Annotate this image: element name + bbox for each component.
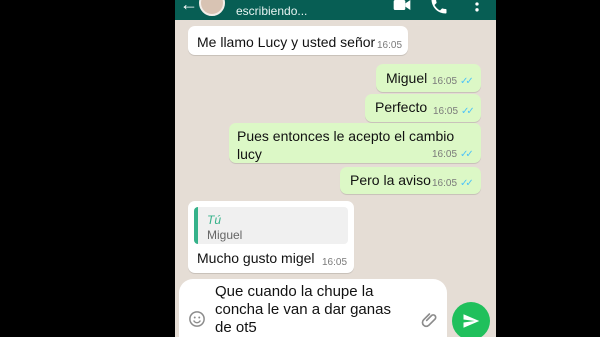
outgoing-message[interactable]: Pero la aviso 16:05 ✓✓ (340, 167, 481, 194)
phone-icon[interactable] (429, 0, 449, 16)
emoji-icon[interactable] (188, 310, 206, 328)
message-input[interactable]: Que cuando la chupe la concha le van a d… (215, 283, 415, 337)
outgoing-message[interactable]: Perfecto 16:05 ✓✓ (365, 94, 481, 122)
typing-status: escribiendo... (236, 4, 308, 18)
chat-screen: ← escribiendo... Me llamo Lucy y usted s… (175, 0, 496, 337)
message-input-bar: Que cuando la chupe la concha le van a d… (179, 279, 447, 337)
message-text: Me llamo Lucy y usted señor (197, 34, 376, 50)
quote-text: Miguel (207, 228, 243, 242)
read-receipt-icon: ✓✓ (460, 149, 474, 160)
message-text: Perfecto (375, 99, 428, 115)
video-call-icon[interactable] (391, 0, 413, 15)
incoming-reply-message[interactable]: Tú Miguel Mucho gusto migel 16:05 (188, 201, 354, 273)
read-receipt-icon: ✓✓ (460, 178, 474, 189)
message-time: 16:05 (432, 178, 458, 189)
more-options-icon[interactable] (467, 0, 487, 14)
send-icon (463, 314, 480, 328)
message-time: 16:05 (432, 76, 458, 87)
message-time: 16:05 (432, 149, 458, 160)
send-button[interactable] (452, 302, 490, 337)
outgoing-message[interactable]: Pues entonces le acepto el cambio lucy 1… (229, 123, 481, 163)
attachment-icon[interactable] (420, 310, 440, 330)
avatar[interactable] (199, 0, 225, 16)
message-text: Pero la aviso (350, 172, 431, 188)
outgoing-message[interactable]: Miguel 16:05 ✓✓ (376, 64, 481, 92)
incoming-message[interactable]: Me llamo Lucy y usted señor 16:05 (188, 26, 408, 55)
message-text: Miguel (386, 70, 428, 86)
reply-quote[interactable]: Tú Miguel (194, 207, 348, 244)
message-time: 16:05 (377, 40, 403, 51)
read-receipt-icon: ✓✓ (461, 106, 475, 117)
read-receipt-icon: ✓✓ (460, 76, 474, 87)
message-text: Mucho gusto migel (197, 250, 315, 266)
message-time: 16:05 (433, 106, 459, 117)
back-arrow-icon[interactable]: ← (180, 0, 198, 14)
chat-header: ← escribiendo... (175, 0, 496, 20)
message-time: 16:05 (322, 257, 348, 268)
